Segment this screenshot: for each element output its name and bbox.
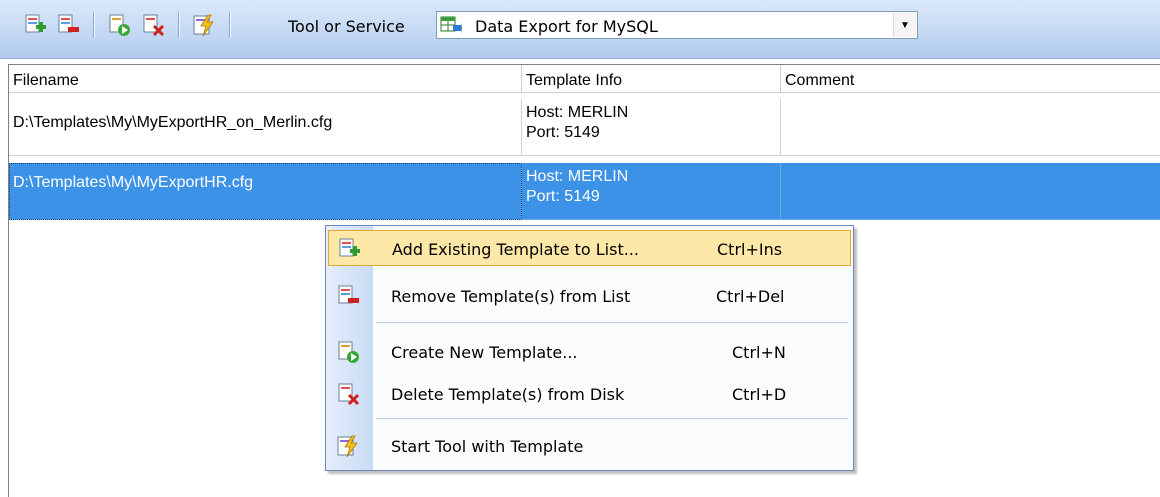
- remove-template-icon: [336, 284, 360, 313]
- create-template-icon: [336, 340, 360, 369]
- column-header-template-info[interactable]: Template Info: [522, 65, 781, 93]
- template-info-cell: Host: MERLIN Port: 5149: [522, 163, 781, 220]
- menu-item-remove-template[interactable]: Remove Template(s) from List Ctrl+Del: [328, 278, 851, 314]
- column-header-comment[interactable]: Comment: [781, 65, 1160, 93]
- column-header-filename[interactable]: Filename: [9, 65, 522, 93]
- port-text: Port: 5149: [526, 124, 600, 141]
- remove-template-icon[interactable]: [55, 12, 81, 38]
- delete-template-icon[interactable]: [140, 12, 166, 38]
- menu-separator: [376, 418, 848, 419]
- dropdown-arrow-icon[interactable]: ▼: [893, 13, 916, 37]
- menu-item-label: Create New Template...: [391, 343, 578, 362]
- menu-item-shortcut: Ctrl+Ins: [717, 240, 783, 259]
- comment-cell: [781, 99, 1160, 156]
- add-template-icon[interactable]: [22, 12, 48, 38]
- tool-service-select[interactable]: Data Export for MySQL ▼: [436, 11, 918, 39]
- create-template-icon[interactable]: [106, 12, 132, 38]
- table-row[interactable]: D:\Templates\My\MyExportHR.cfg Host: MER…: [9, 163, 1160, 220]
- tool-or-service-label: Tool or Service: [288, 17, 405, 36]
- toolbar-separator: [229, 12, 231, 38]
- toolbar: Tool or Service Data Export for MySQL ▼: [0, 0, 1160, 59]
- port-text: Port: 5149: [526, 188, 600, 205]
- comment-cell: [781, 163, 1160, 220]
- data-export-icon: [440, 15, 462, 40]
- menu-item-label: Remove Template(s) from List: [391, 287, 631, 306]
- menu-item-create-new-template[interactable]: Create New Template... Ctrl+N: [328, 334, 851, 370]
- context-menu: Add Existing Template to List... Ctrl+In…: [325, 225, 854, 471]
- toolbar-separator: [178, 12, 180, 38]
- start-tool-icon[interactable]: [191, 12, 217, 38]
- menu-separator: [376, 322, 848, 323]
- selected-tool-value: Data Export for MySQL: [475, 17, 658, 36]
- menu-item-shortcut: Ctrl+Del: [716, 287, 785, 306]
- host-text: Host: MERLIN: [526, 168, 629, 185]
- menu-item-shortcut: Ctrl+N: [732, 343, 786, 362]
- menu-item-start-tool[interactable]: Start Tool with Template: [328, 428, 851, 464]
- template-info-cell: Host: MERLIN Port: 5149: [522, 99, 781, 156]
- menu-item-shortcut: Ctrl+D: [732, 385, 787, 404]
- menu-item-label: Delete Template(s) from Disk: [391, 385, 625, 404]
- add-template-icon: [337, 237, 361, 266]
- toolbar-separator: [93, 12, 95, 38]
- table-row[interactable]: D:\Templates\My\MyExportHR_on_Merlin.cfg…: [9, 99, 1160, 156]
- delete-template-icon: [336, 382, 360, 411]
- start-tool-icon: [336, 434, 360, 463]
- filename-cell: D:\Templates\My\MyExportHR_on_Merlin.cfg: [9, 99, 522, 156]
- menu-item-label: Add Existing Template to List...: [392, 240, 639, 259]
- filename-cell: D:\Templates\My\MyExportHR.cfg: [9, 163, 522, 220]
- menu-item-label: Start Tool with Template: [391, 437, 584, 456]
- host-text: Host: MERLIN: [526, 104, 629, 121]
- menu-item-add-existing-template[interactable]: Add Existing Template to List... Ctrl+In…: [328, 230, 851, 266]
- menu-item-delete-template[interactable]: Delete Template(s) from Disk Ctrl+D: [328, 376, 851, 412]
